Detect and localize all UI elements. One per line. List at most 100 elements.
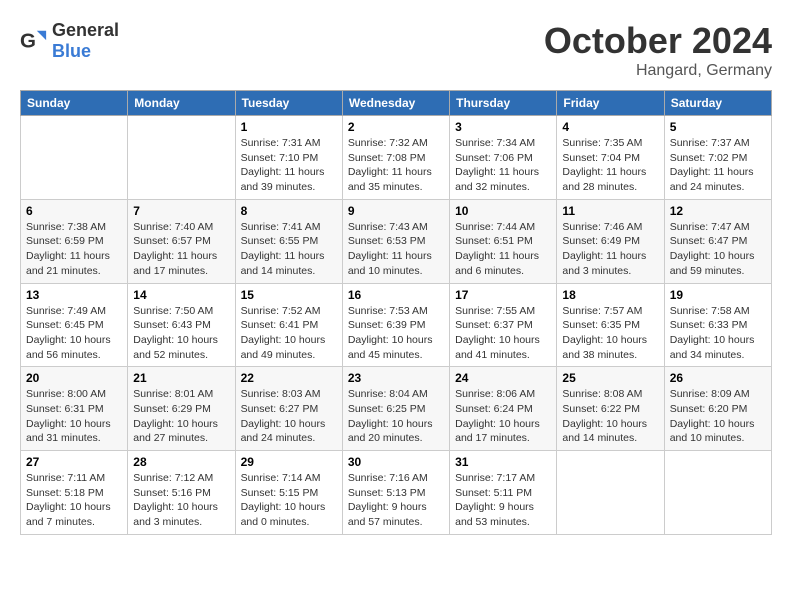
day-info: Sunrise: 7:16 AMSunset: 5:13 PMDaylight:…: [348, 471, 444, 530]
month-title: October 2024: [544, 20, 772, 62]
day-info: Sunrise: 7:49 AMSunset: 6:45 PMDaylight:…: [26, 304, 122, 363]
day-cell: 4Sunrise: 7:35 AMSunset: 7:04 PMDaylight…: [557, 116, 664, 200]
day-number: 9: [348, 204, 444, 218]
weekday-header-row: SundayMondayTuesdayWednesdayThursdayFrid…: [21, 91, 772, 116]
day-info: Sunrise: 7:46 AMSunset: 6:49 PMDaylight:…: [562, 220, 658, 279]
day-info: Sunrise: 7:57 AMSunset: 6:35 PMDaylight:…: [562, 304, 658, 363]
day-cell: [557, 451, 664, 535]
day-cell: 11 Sunrise: 7:46 AMSunset: 6:49 PMDayligh…: [557, 199, 664, 283]
day-number: 18: [562, 288, 658, 302]
day-number: 2: [348, 120, 444, 134]
day-cell: 13 Sunrise: 7:49 AMSunset: 6:45 PMDayligh…: [21, 283, 128, 367]
day-info: Sunrise: 8:03 AMSunset: 6:27 PMDaylight:…: [241, 387, 337, 446]
day-info: Sunrise: 7:38 AMSunset: 6:59 PMDaylight:…: [26, 220, 122, 279]
week-row-5: 27Sunrise: 7:11 AMSunset: 5:18 PMDayligh…: [21, 451, 772, 535]
day-number: 21: [133, 371, 229, 385]
day-info: Sunrise: 7:41 AMSunset: 6:55 PMDaylight:…: [241, 220, 337, 279]
day-cell: 1Sunrise: 7:31 AMSunset: 7:10 PMDaylight…: [235, 116, 342, 200]
weekday-header-tuesday: Tuesday: [235, 91, 342, 116]
day-info: Sunrise: 7:55 AMSunset: 6:37 PMDaylight:…: [455, 304, 551, 363]
weekday-header-wednesday: Wednesday: [342, 91, 449, 116]
day-number: 22: [241, 371, 337, 385]
day-cell: [664, 451, 771, 535]
header: G General Blue October 2024 Hangard, Ger…: [20, 20, 772, 80]
day-number: 23: [348, 371, 444, 385]
day-info: Sunrise: 7:12 AMSunset: 5:16 PMDaylight:…: [133, 471, 229, 530]
day-cell: 24 Sunrise: 8:06 AMSunset: 6:24 PMDayligh…: [450, 367, 557, 451]
logo: G General Blue: [20, 20, 119, 62]
day-number: 12: [670, 204, 766, 218]
day-number: 10: [455, 204, 551, 218]
day-info: Sunrise: 7:44 AMSunset: 6:51 PMDaylight:…: [455, 220, 551, 279]
day-number: 24: [455, 371, 551, 385]
day-info: Sunrise: 7:37 AMSunset: 7:02 PMDaylight:…: [670, 136, 766, 195]
day-info: Sunrise: 7:47 AMSunset: 6:47 PMDaylight:…: [670, 220, 766, 279]
day-info: Sunrise: 7:53 AMSunset: 6:39 PMDaylight:…: [348, 304, 444, 363]
day-number: 30: [348, 455, 444, 469]
day-cell: 18 Sunrise: 7:57 AMSunset: 6:35 PMDayligh…: [557, 283, 664, 367]
day-cell: 25Sunrise: 8:08 AMSunset: 6:22 PMDayligh…: [557, 367, 664, 451]
day-number: 28: [133, 455, 229, 469]
weekday-header-monday: Monday: [128, 91, 235, 116]
day-cell: 10 Sunrise: 7:44 AMSunset: 6:51 PMDayligh…: [450, 199, 557, 283]
weekday-header-saturday: Saturday: [664, 91, 771, 116]
logo-blue-text: Blue: [52, 41, 91, 61]
day-cell: 9 Sunrise: 7:43 AMSunset: 6:53 PMDaylight…: [342, 199, 449, 283]
day-number: 6: [26, 204, 122, 218]
weekday-header-friday: Friday: [557, 91, 664, 116]
day-number: 31: [455, 455, 551, 469]
day-cell: 22 Sunrise: 8:03 AMSunset: 6:27 PMDayligh…: [235, 367, 342, 451]
week-row-4: 20 Sunrise: 8:00 AMSunset: 6:31 PMDayligh…: [21, 367, 772, 451]
day-number: 16: [348, 288, 444, 302]
day-number: 8: [241, 204, 337, 218]
day-number: 15: [241, 288, 337, 302]
logo-general-text: General: [52, 20, 119, 40]
weekday-header-sunday: Sunday: [21, 91, 128, 116]
day-cell: 15Sunrise: 7:52 AMSunset: 6:41 PMDayligh…: [235, 283, 342, 367]
day-cell: 28 Sunrise: 7:12 AMSunset: 5:16 PMDayligh…: [128, 451, 235, 535]
day-cell: 3 Sunrise: 7:34 AMSunset: 7:06 PMDaylight…: [450, 116, 557, 200]
day-number: 29: [241, 455, 337, 469]
day-number: 17: [455, 288, 551, 302]
week-row-1: 1Sunrise: 7:31 AMSunset: 7:10 PMDaylight…: [21, 116, 772, 200]
day-cell: 6 Sunrise: 7:38 AMSunset: 6:59 PMDaylight…: [21, 199, 128, 283]
day-info: Sunrise: 7:43 AMSunset: 6:53 PMDaylight:…: [348, 220, 444, 279]
day-cell: 7Sunrise: 7:40 AMSunset: 6:57 PMDaylight…: [128, 199, 235, 283]
day-number: 1: [241, 120, 337, 134]
location-title: Hangard, Germany: [544, 62, 772, 80]
day-number: 14: [133, 288, 229, 302]
day-info: Sunrise: 7:34 AMSunset: 7:06 PMDaylight:…: [455, 136, 551, 195]
day-cell: 31 Sunrise: 7:17 AMSunset: 5:11 PMDayligh…: [450, 451, 557, 535]
day-number: 20: [26, 371, 122, 385]
day-cell: 17 Sunrise: 7:55 AMSunset: 6:37 PMDayligh…: [450, 283, 557, 367]
logo-icon: G: [20, 27, 48, 55]
day-info: Sunrise: 7:17 AMSunset: 5:11 PMDaylight:…: [455, 471, 551, 530]
day-info: Sunrise: 8:09 AMSunset: 6:20 PMDaylight:…: [670, 387, 766, 446]
day-cell: [21, 116, 128, 200]
week-row-3: 13 Sunrise: 7:49 AMSunset: 6:45 PMDayligh…: [21, 283, 772, 367]
day-info: Sunrise: 8:00 AMSunset: 6:31 PMDaylight:…: [26, 387, 122, 446]
day-number: 27: [26, 455, 122, 469]
day-cell: 16 Sunrise: 7:53 AMSunset: 6:39 PMDayligh…: [342, 283, 449, 367]
day-info: Sunrise: 8:08 AMSunset: 6:22 PMDaylight:…: [562, 387, 658, 446]
svg-text:G: G: [20, 30, 36, 53]
day-cell: 19Sunrise: 7:58 AMSunset: 6:33 PMDayligh…: [664, 283, 771, 367]
day-number: 11: [562, 204, 658, 218]
day-info: Sunrise: 8:01 AMSunset: 6:29 PMDaylight:…: [133, 387, 229, 446]
day-cell: 29Sunrise: 7:14 AMSunset: 5:15 PMDayligh…: [235, 451, 342, 535]
weekday-header-thursday: Thursday: [450, 91, 557, 116]
day-info: Sunrise: 8:06 AMSunset: 6:24 PMDaylight:…: [455, 387, 551, 446]
day-cell: 8 Sunrise: 7:41 AMSunset: 6:55 PMDaylight…: [235, 199, 342, 283]
calendar-table: SundayMondayTuesdayWednesdayThursdayFrid…: [20, 90, 772, 535]
day-info: Sunrise: 7:35 AMSunset: 7:04 PMDaylight:…: [562, 136, 658, 195]
day-cell: [128, 116, 235, 200]
day-number: 19: [670, 288, 766, 302]
day-cell: 27Sunrise: 7:11 AMSunset: 5:18 PMDayligh…: [21, 451, 128, 535]
day-cell: 26Sunrise: 8:09 AMSunset: 6:20 PMDayligh…: [664, 367, 771, 451]
day-number: 13: [26, 288, 122, 302]
title-area: October 2024 Hangard, Germany: [544, 20, 772, 80]
day-cell: 5 Sunrise: 7:37 AMSunset: 7:02 PMDaylight…: [664, 116, 771, 200]
day-cell: 21 Sunrise: 8:01 AMSunset: 6:29 PMDayligh…: [128, 367, 235, 451]
day-number: 5: [670, 120, 766, 134]
day-number: 3: [455, 120, 551, 134]
